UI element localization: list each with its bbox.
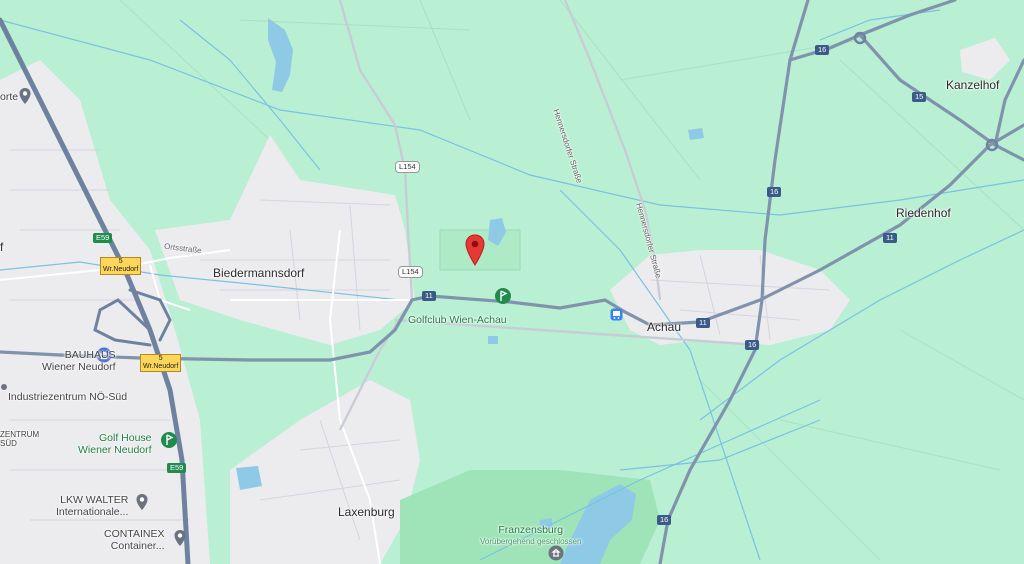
road-shield-16: 16 [767, 187, 782, 197]
exit-sign-wr-neudorf: 5 Wr.Neudorf [140, 354, 182, 372]
exit-sign-wr-neudorf: 5 Wr.Neudorf [100, 257, 142, 275]
road-shield-11: 11 [422, 291, 436, 301]
poi-label-industriezentrum[interactable]: Industriezentrum NÖ-Süd [8, 391, 127, 403]
place-pin-icon[interactable] [173, 529, 187, 547]
location-pin-icon[interactable] [465, 234, 485, 266]
road-shield-l154: L154 [395, 161, 420, 173]
map-canvas[interactable] [0, 0, 1024, 564]
pond-east [688, 128, 704, 140]
poi-label-bauhaus-name: BAUHAUS [64, 349, 116, 361]
place-pin-icon[interactable] [18, 87, 32, 105]
poi-label-bauhaus-place: Wiener Neudorf [42, 361, 116, 373]
poi-label-containex-sub: Container... [110, 540, 165, 552]
poi-label-zentrum-line1: ZENTRUM [0, 430, 40, 439]
poi-label-franzensburg-name: Franzensburg [498, 524, 564, 536]
road-shield-16: 16 [815, 45, 830, 55]
road-shield-e59: E59 [167, 463, 187, 473]
place-dot-icon [1, 384, 7, 390]
poi-label-golf-house-place: Wiener Neudorf [78, 444, 152, 456]
place-label-cut-f: f [0, 240, 4, 254]
road-shield-16: 16 [745, 340, 760, 350]
poi-label-lkw-sub: Internationale... [56, 506, 129, 518]
exit-number: 5 [118, 258, 123, 265]
poi-label-bauhaus[interactable]: BAUHAUS Wiener Neudorf [42, 349, 116, 373]
place-label-kanzelhof[interactable]: Kanzelhof [946, 78, 999, 92]
road-shield-l154: L154 [398, 266, 423, 278]
place-label-biedermannsdorf[interactable]: Biedermannsdorf [213, 266, 304, 280]
poi-label-golf-house[interactable]: Golf House Wiener Neudorf [78, 432, 152, 456]
poi-label-cut-orte: orte [0, 91, 19, 103]
poi-label-lkw-walter[interactable]: LKW WALTER Internationale... [56, 494, 128, 518]
place-label-achau[interactable]: Achau [647, 320, 681, 334]
road-shield-16: 16 [657, 515, 672, 525]
exit-number: 5 [158, 355, 163, 362]
poi-label-franzensburg[interactable]: Franzensburg Vorübergehend geschlossen [480, 524, 581, 548]
poi-label-zentrum-line2: SÜD [0, 439, 17, 448]
place-pin-icon[interactable] [135, 493, 149, 511]
golf-icon[interactable] [160, 431, 178, 449]
road-shield-11: 11 [883, 233, 897, 243]
pond-small [488, 336, 498, 344]
poi-label-zentrum-cut[interactable]: ZENTRUM SÜD [0, 430, 39, 448]
road-shield-11: 11 [696, 318, 710, 328]
bus-stop-icon[interactable] [610, 308, 623, 321]
exit-name: Wr.Neudorf [103, 266, 139, 273]
road-shield-15: 15 [912, 92, 927, 102]
golf-icon[interactable] [494, 287, 512, 305]
poi-label-containex[interactable]: CONTAINEX Container... [104, 528, 164, 552]
pond-laxenburg [236, 466, 262, 490]
poi-label-lkw-name: LKW WALTER [60, 494, 129, 506]
road-shield-e59: E59 [93, 233, 113, 243]
place-label-riedenhof[interactable]: Riedenhof [896, 206, 951, 220]
place-label-laxenburg[interactable]: Laxenburg [338, 505, 395, 519]
poi-label-franzensburg-status: Vorübergehend geschlossen [480, 537, 582, 546]
poi-label-containex-name: CONTAINEX [104, 528, 165, 540]
poi-label-golf-house-name: Golf House [99, 432, 152, 444]
exit-name: Wr.Neudorf [143, 363, 179, 370]
poi-label-golfclub[interactable]: Golfclub Wien-Achau [408, 314, 507, 326]
